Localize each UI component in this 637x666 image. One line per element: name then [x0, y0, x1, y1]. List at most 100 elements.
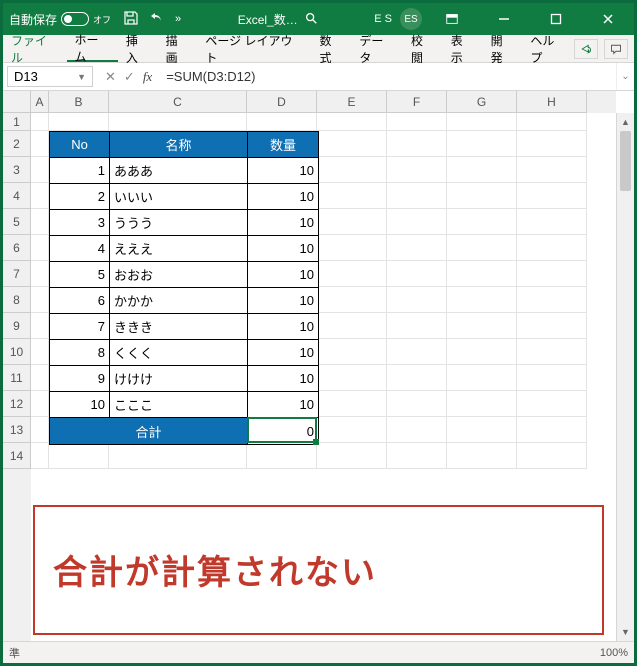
tab-2[interactable]: 挿入: [118, 35, 158, 62]
autosave-state: オフ: [93, 13, 111, 26]
scroll-down-icon[interactable]: ▼: [617, 623, 634, 641]
callout-text: 合計が計算されない: [35, 507, 602, 632]
cell-no-4[interactable]: 5: [50, 262, 110, 288]
cell-no-0[interactable]: 1: [50, 158, 110, 184]
formula-input[interactable]: [160, 63, 616, 90]
cell-name-1[interactable]: いいい: [110, 184, 248, 210]
tab-0[interactable]: ファイル: [3, 35, 67, 62]
data-table: No名称数量1あああ102いいい103ううう104えええ105おおお106かかか…: [49, 131, 319, 445]
row-header-7[interactable]: 7: [3, 261, 31, 287]
cell-no-9[interactable]: 10: [50, 392, 110, 418]
zoom-level[interactable]: 100%: [600, 647, 628, 659]
cell-name-7[interactable]: くくく: [110, 340, 248, 366]
col-header-D[interactable]: D: [247, 91, 317, 113]
cell-no-2[interactable]: 3: [50, 210, 110, 236]
tab-10[interactable]: ヘルプ: [522, 35, 574, 62]
col-header-E[interactable]: E: [317, 91, 387, 113]
header-name[interactable]: 名称: [110, 132, 248, 158]
undo-icon[interactable]: [149, 10, 165, 29]
cell-no-8[interactable]: 9: [50, 366, 110, 392]
fx-icon[interactable]: fx: [143, 69, 152, 85]
cancel-formula-icon[interactable]: ✕: [105, 69, 116, 85]
cell-qty-0[interactable]: 10: [248, 158, 318, 184]
row-header-6[interactable]: 6: [3, 235, 31, 261]
cell-name-5[interactable]: かかか: [110, 288, 248, 314]
row-header-4[interactable]: 4: [3, 183, 31, 209]
total-value[interactable]: 0: [248, 418, 318, 444]
row-header-13[interactable]: 13: [3, 417, 31, 443]
cell-qty-7[interactable]: 10: [248, 340, 318, 366]
cell-name-8[interactable]: けけけ: [110, 366, 248, 392]
col-header-G[interactable]: G: [447, 91, 517, 113]
autosave-toggle[interactable]: 自動保存 オフ: [9, 11, 111, 28]
maximize-button[interactable]: [534, 3, 578, 35]
row-header-2[interactable]: 2: [3, 131, 31, 157]
comments-button[interactable]: [604, 39, 628, 59]
cell-qty-1[interactable]: 10: [248, 184, 318, 210]
cell-name-9[interactable]: こここ: [110, 392, 248, 418]
cell-qty-5[interactable]: 10: [248, 288, 318, 314]
row-header-8[interactable]: 8: [3, 287, 31, 313]
chevron-down-icon[interactable]: ▼: [77, 72, 86, 82]
header-qty[interactable]: 数量: [248, 132, 318, 158]
cell-qty-2[interactable]: 10: [248, 210, 318, 236]
row-header-9[interactable]: 9: [3, 313, 31, 339]
tab-1[interactable]: ホーム: [67, 35, 118, 62]
cell-qty-6[interactable]: 10: [248, 314, 318, 340]
close-button[interactable]: [586, 3, 630, 35]
cell-qty-8[interactable]: 10: [248, 366, 318, 392]
enter-formula-icon[interactable]: ✓: [124, 69, 135, 85]
cell-no-1[interactable]: 2: [50, 184, 110, 210]
ribbon-display-icon[interactable]: [430, 3, 474, 35]
cell-name-6[interactable]: ききき: [110, 314, 248, 340]
vertical-scrollbar[interactable]: ▲ ▼: [616, 113, 634, 641]
select-all-corner[interactable]: [3, 91, 31, 113]
row-header-3[interactable]: 3: [3, 157, 31, 183]
row-header-1[interactable]: 1: [3, 113, 31, 131]
row-header-5[interactable]: 5: [3, 209, 31, 235]
save-icon[interactable]: [123, 10, 139, 29]
tab-5[interactable]: 数式: [312, 35, 352, 62]
cell-no-6[interactable]: 7: [50, 314, 110, 340]
formula-bar: D13 ▼ ✕ ✓ fx ⌄: [3, 63, 634, 91]
cell-name-4[interactable]: おおお: [110, 262, 248, 288]
expand-formula-bar-icon[interactable]: ⌄: [616, 63, 634, 90]
col-header-F[interactable]: F: [387, 91, 447, 113]
title-right: E S ES: [374, 3, 630, 35]
tab-3[interactable]: 描画: [158, 35, 198, 62]
tab-7[interactable]: 校閲: [403, 35, 443, 62]
cell-name-3[interactable]: えええ: [110, 236, 248, 262]
row-header-14[interactable]: 14: [3, 443, 31, 469]
row-header-12[interactable]: 12: [3, 391, 31, 417]
col-header-H[interactable]: H: [517, 91, 587, 113]
col-header-A[interactable]: A: [31, 91, 49, 113]
row-header-11[interactable]: 11: [3, 365, 31, 391]
tab-9[interactable]: 開発: [483, 35, 523, 62]
header-no[interactable]: No: [50, 132, 110, 158]
cell-name-0[interactable]: あああ: [110, 158, 248, 184]
minimize-button[interactable]: [482, 3, 526, 35]
cell-qty-4[interactable]: 10: [248, 262, 318, 288]
row-header-10[interactable]: 10: [3, 339, 31, 365]
tab-8[interactable]: 表示: [443, 35, 483, 62]
user-avatar[interactable]: ES: [400, 8, 422, 30]
tab-6[interactable]: データ: [351, 35, 403, 62]
cell-no-7[interactable]: 8: [50, 340, 110, 366]
cell-name-2[interactable]: ううう: [110, 210, 248, 236]
col-header-B[interactable]: B: [49, 91, 109, 113]
share-button[interactable]: [574, 39, 598, 59]
scroll-up-icon[interactable]: ▲: [617, 113, 634, 131]
cell-qty-9[interactable]: 10: [248, 392, 318, 418]
cell-no-3[interactable]: 4: [50, 236, 110, 262]
toggle-switch[interactable]: [61, 12, 89, 26]
cell-qty-3[interactable]: 10: [248, 236, 318, 262]
tab-4[interactable]: ページ レイアウト: [197, 35, 311, 62]
name-box[interactable]: D13 ▼: [7, 66, 93, 87]
search-icon[interactable]: [304, 11, 318, 28]
total-label[interactable]: 合計: [50, 418, 248, 444]
cell-no-5[interactable]: 6: [50, 288, 110, 314]
col-header-C[interactable]: C: [109, 91, 247, 113]
scroll-thumb[interactable]: [620, 131, 631, 191]
status-bar: 準 100%: [3, 641, 634, 663]
annotation-callout: 合計が計算されない: [33, 505, 604, 635]
